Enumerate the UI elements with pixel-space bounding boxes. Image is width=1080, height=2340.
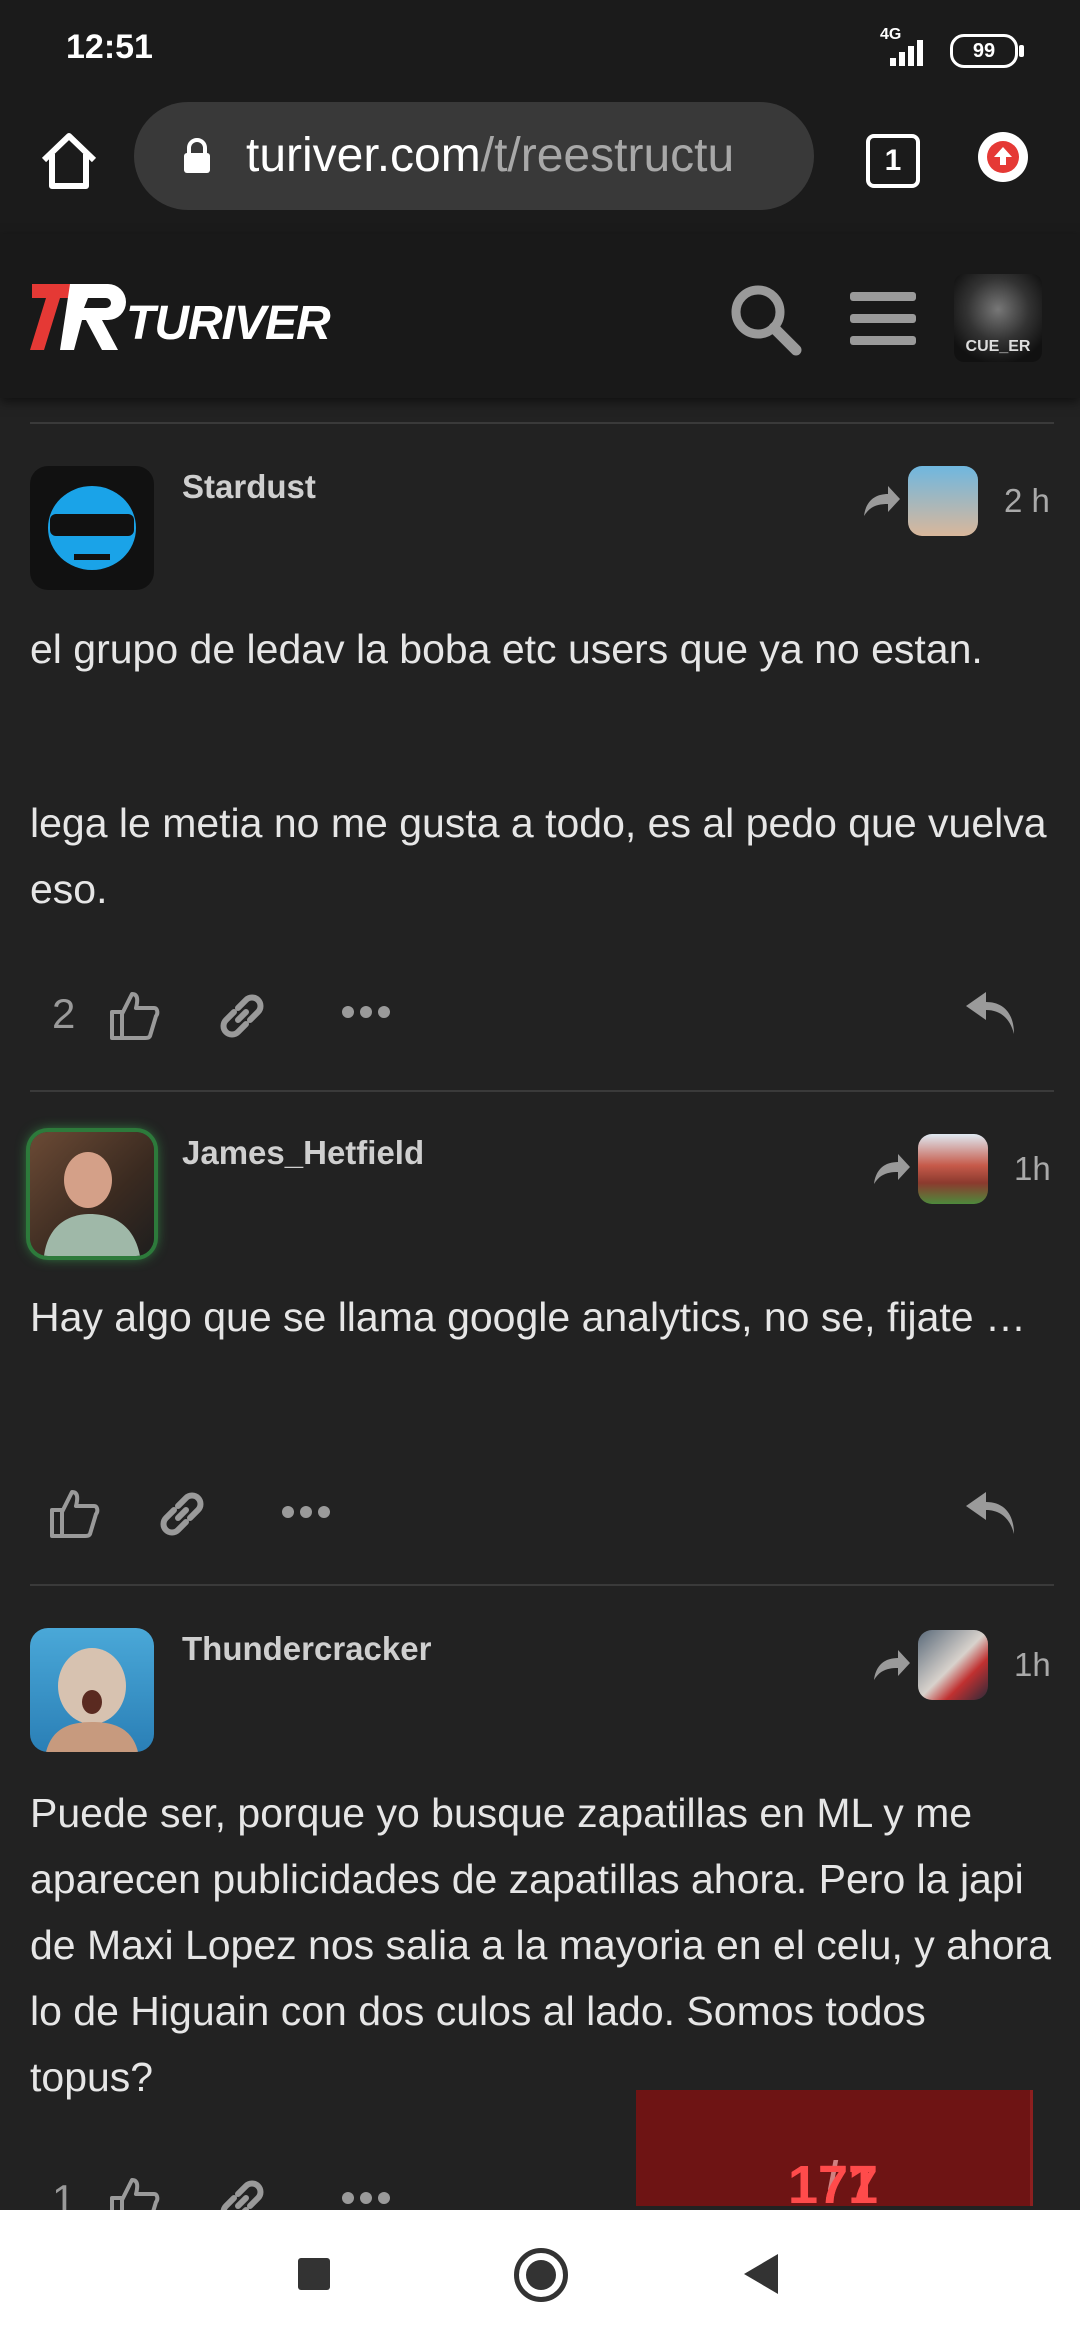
user-avatar[interactable]: CUE_ER — [954, 274, 1042, 362]
reply-to-arrow-icon — [864, 486, 900, 516]
reply-to-avatar[interactable] — [908, 466, 978, 536]
tab-switcher-button[interactable]: 1 — [866, 134, 920, 188]
post-divider — [30, 422, 1054, 424]
menu-icon[interactable] — [850, 290, 916, 348]
site-header: TURIVER CUE_ER — [0, 234, 1080, 398]
reply-icon[interactable] — [964, 1492, 1016, 1536]
progress-total: 177 — [787, 2155, 879, 2215]
more-options-icon[interactable] — [340, 2188, 392, 2208]
reply-to-avatar[interactable] — [918, 1134, 988, 1204]
reply-to-arrow-icon — [874, 1650, 910, 1680]
avatar[interactable] — [30, 466, 154, 590]
more-options-icon[interactable] — [340, 1002, 392, 1022]
site-logo[interactable]: TURIVER — [30, 278, 331, 358]
portrait-avatar-icon — [44, 1152, 140, 1256]
post-time[interactable]: 2 h — [1004, 482, 1050, 520]
recents-button[interactable] — [298, 2258, 330, 2290]
topic-progress[interactable]: 171 / 177 — [636, 2090, 1033, 2215]
update-icon[interactable] — [978, 132, 1028, 182]
signal-icon — [890, 40, 923, 66]
post-username[interactable]: James_Hetfield — [182, 1134, 424, 1172]
address-bar[interactable]: turiver.com/t/reestructu — [134, 102, 814, 210]
post-time[interactable]: 1h — [1014, 1646, 1051, 1684]
more-options-icon[interactable] — [280, 1502, 332, 1522]
url-path: /t/reestructu — [480, 129, 735, 182]
face-avatar-icon — [46, 1648, 138, 1752]
user-avatar-caption: CUE_ER — [965, 338, 1031, 355]
reply-icon[interactable] — [964, 992, 1016, 1036]
like-icon[interactable] — [48, 1488, 100, 1540]
post-username[interactable]: Stardust — [182, 468, 316, 506]
post-username[interactable]: Thundercracker — [182, 1630, 431, 1668]
like-icon[interactable] — [108, 990, 160, 1042]
post-divider — [30, 1584, 1054, 1586]
post-paragraph: lega le metia no me gusta a todo, es al … — [30, 800, 1047, 912]
post-paragraph: el grupo de ledav la boba etc users que … — [30, 626, 983, 672]
link-icon[interactable] — [156, 1488, 208, 1540]
post-paragraph: Puede ser, porque yo busque zapatillas e… — [30, 1790, 1052, 2100]
search-icon[interactable] — [728, 282, 804, 358]
post-divider — [30, 1090, 1054, 1092]
like-count: 2 — [52, 990, 76, 1037]
link-icon[interactable] — [216, 990, 268, 1042]
reply-to-avatar[interactable] — [918, 1630, 988, 1700]
back-button[interactable] — [744, 2254, 778, 2294]
post-paragraph: Hay algo que se llama google analytics, … — [30, 1294, 1026, 1340]
reply-to-arrow-icon — [874, 1154, 910, 1184]
logo-mark-icon — [30, 284, 126, 350]
browser-toolbar: turiver.com/t/reestructu 1 — [0, 96, 1080, 234]
home-button[interactable] — [514, 2248, 568, 2302]
battery-indicator: 99 — [950, 34, 1024, 68]
url-domain: turiver.com — [246, 129, 481, 182]
helmet-avatar-icon — [48, 486, 136, 570]
avatar[interactable] — [30, 1628, 154, 1752]
url-text: turiver.com/t/reestructu — [246, 128, 734, 183]
home-icon[interactable] — [36, 128, 102, 194]
site-name: TURIVER — [126, 297, 331, 350]
lock-icon — [184, 138, 210, 173]
avatar[interactable] — [30, 1132, 154, 1256]
system-nav-bar — [0, 2210, 1080, 2340]
post-time[interactable]: 1h — [1014, 1150, 1051, 1188]
status-bar: 12:51 4G 99 — [0, 0, 1080, 96]
status-time: 12:51 — [66, 28, 153, 66]
